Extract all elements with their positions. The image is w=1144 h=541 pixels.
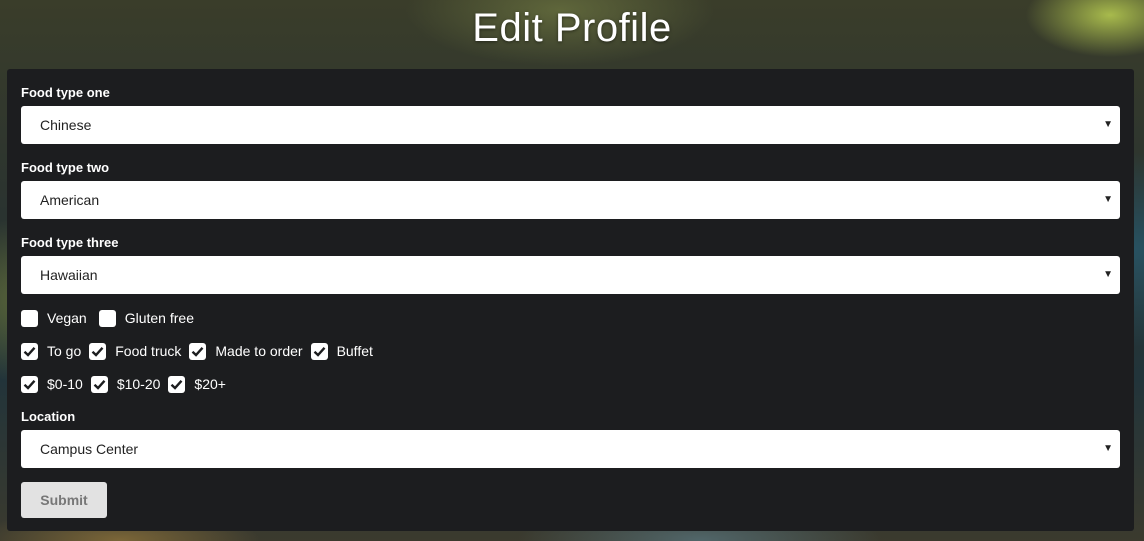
checkbox-box[interactable] bbox=[98, 309, 116, 327]
location-select[interactable]: Campus Center ▼ bbox=[21, 430, 1120, 468]
submit-button[interactable]: Submit bbox=[21, 482, 107, 518]
location-value: Campus Center bbox=[40, 441, 139, 457]
food-type-two-select[interactable]: American ▼ bbox=[21, 181, 1120, 219]
checkmark-icon bbox=[171, 379, 183, 390]
service-options: To go Food truck Made to order Buffet bbox=[21, 342, 381, 360]
checkbox-box[interactable] bbox=[189, 342, 207, 360]
checkbox-box[interactable] bbox=[21, 375, 38, 393]
food-type-three-value: Hawaiian bbox=[40, 267, 98, 283]
page-title: Edit Profile bbox=[472, 6, 672, 50]
checkbox-label: Food truck bbox=[115, 343, 182, 359]
checkbox-box[interactable] bbox=[21, 342, 38, 360]
checkmark-icon bbox=[23, 346, 36, 357]
food-type-one-label: Food type one bbox=[21, 85, 110, 100]
checkbox-box[interactable] bbox=[89, 342, 107, 360]
checkbox-price-0-10[interactable]: $0-10 bbox=[21, 375, 83, 393]
caret-down-icon: ▼ bbox=[1103, 194, 1113, 205]
food-type-three-label: Food type three bbox=[21, 235, 119, 250]
checkbox-box[interactable] bbox=[168, 375, 186, 393]
edit-profile-form: Food type one Chinese ▼ Food type two Am… bbox=[7, 69, 1134, 531]
food-type-three-select[interactable]: Hawaiian ▼ bbox=[21, 256, 1120, 294]
price-options: $0-10 $10-20 $20+ bbox=[21, 375, 234, 393]
checkbox-label: Made to order bbox=[215, 343, 303, 359]
food-type-one-select[interactable]: Chinese ▼ bbox=[21, 106, 1120, 144]
checkbox-made-to-order[interactable]: Made to order bbox=[189, 342, 303, 360]
checkbox-label: Gluten free bbox=[124, 310, 194, 326]
checkbox-price-20-plus[interactable]: $20+ bbox=[168, 375, 226, 393]
checkbox-label: Vegan bbox=[47, 310, 87, 326]
checkmark-icon bbox=[23, 379, 36, 390]
checkbox-label: $0-10 bbox=[47, 376, 83, 392]
food-type-two-label: Food type two bbox=[21, 160, 110, 175]
checkbox-buffet[interactable]: Buffet bbox=[310, 342, 373, 360]
checkbox-box[interactable] bbox=[21, 309, 38, 327]
checkbox-label: $20+ bbox=[194, 376, 226, 392]
checkbox-label: To go bbox=[47, 343, 82, 359]
checkmark-icon bbox=[91, 346, 104, 357]
caret-down-icon: ▼ bbox=[1103, 119, 1113, 130]
checkbox-box[interactable] bbox=[90, 375, 108, 393]
checkbox-label: $10-20 bbox=[116, 376, 161, 392]
checkmark-icon bbox=[313, 346, 325, 357]
checkbox-price-10-20[interactable]: $10-20 bbox=[90, 375, 161, 393]
checkmark-icon bbox=[192, 346, 204, 357]
food-type-one-value: Chinese bbox=[40, 117, 92, 133]
checkbox-food-truck[interactable]: Food truck bbox=[89, 342, 182, 360]
checkbox-vegan[interactable]: Vegan bbox=[21, 309, 87, 327]
checkbox-gluten-free[interactable]: Gluten free bbox=[98, 309, 194, 327]
location-label: Location bbox=[21, 409, 76, 424]
checkbox-to-go[interactable]: To go bbox=[21, 342, 82, 360]
dietary-options: Vegan Gluten free bbox=[21, 309, 202, 327]
caret-down-icon: ▼ bbox=[1103, 443, 1113, 454]
caret-down-icon: ▼ bbox=[1103, 269, 1113, 280]
checkbox-box[interactable] bbox=[310, 342, 328, 360]
checkmark-icon bbox=[93, 379, 106, 390]
food-type-two-value: American bbox=[40, 192, 100, 208]
checkbox-label: Buffet bbox=[336, 343, 373, 359]
